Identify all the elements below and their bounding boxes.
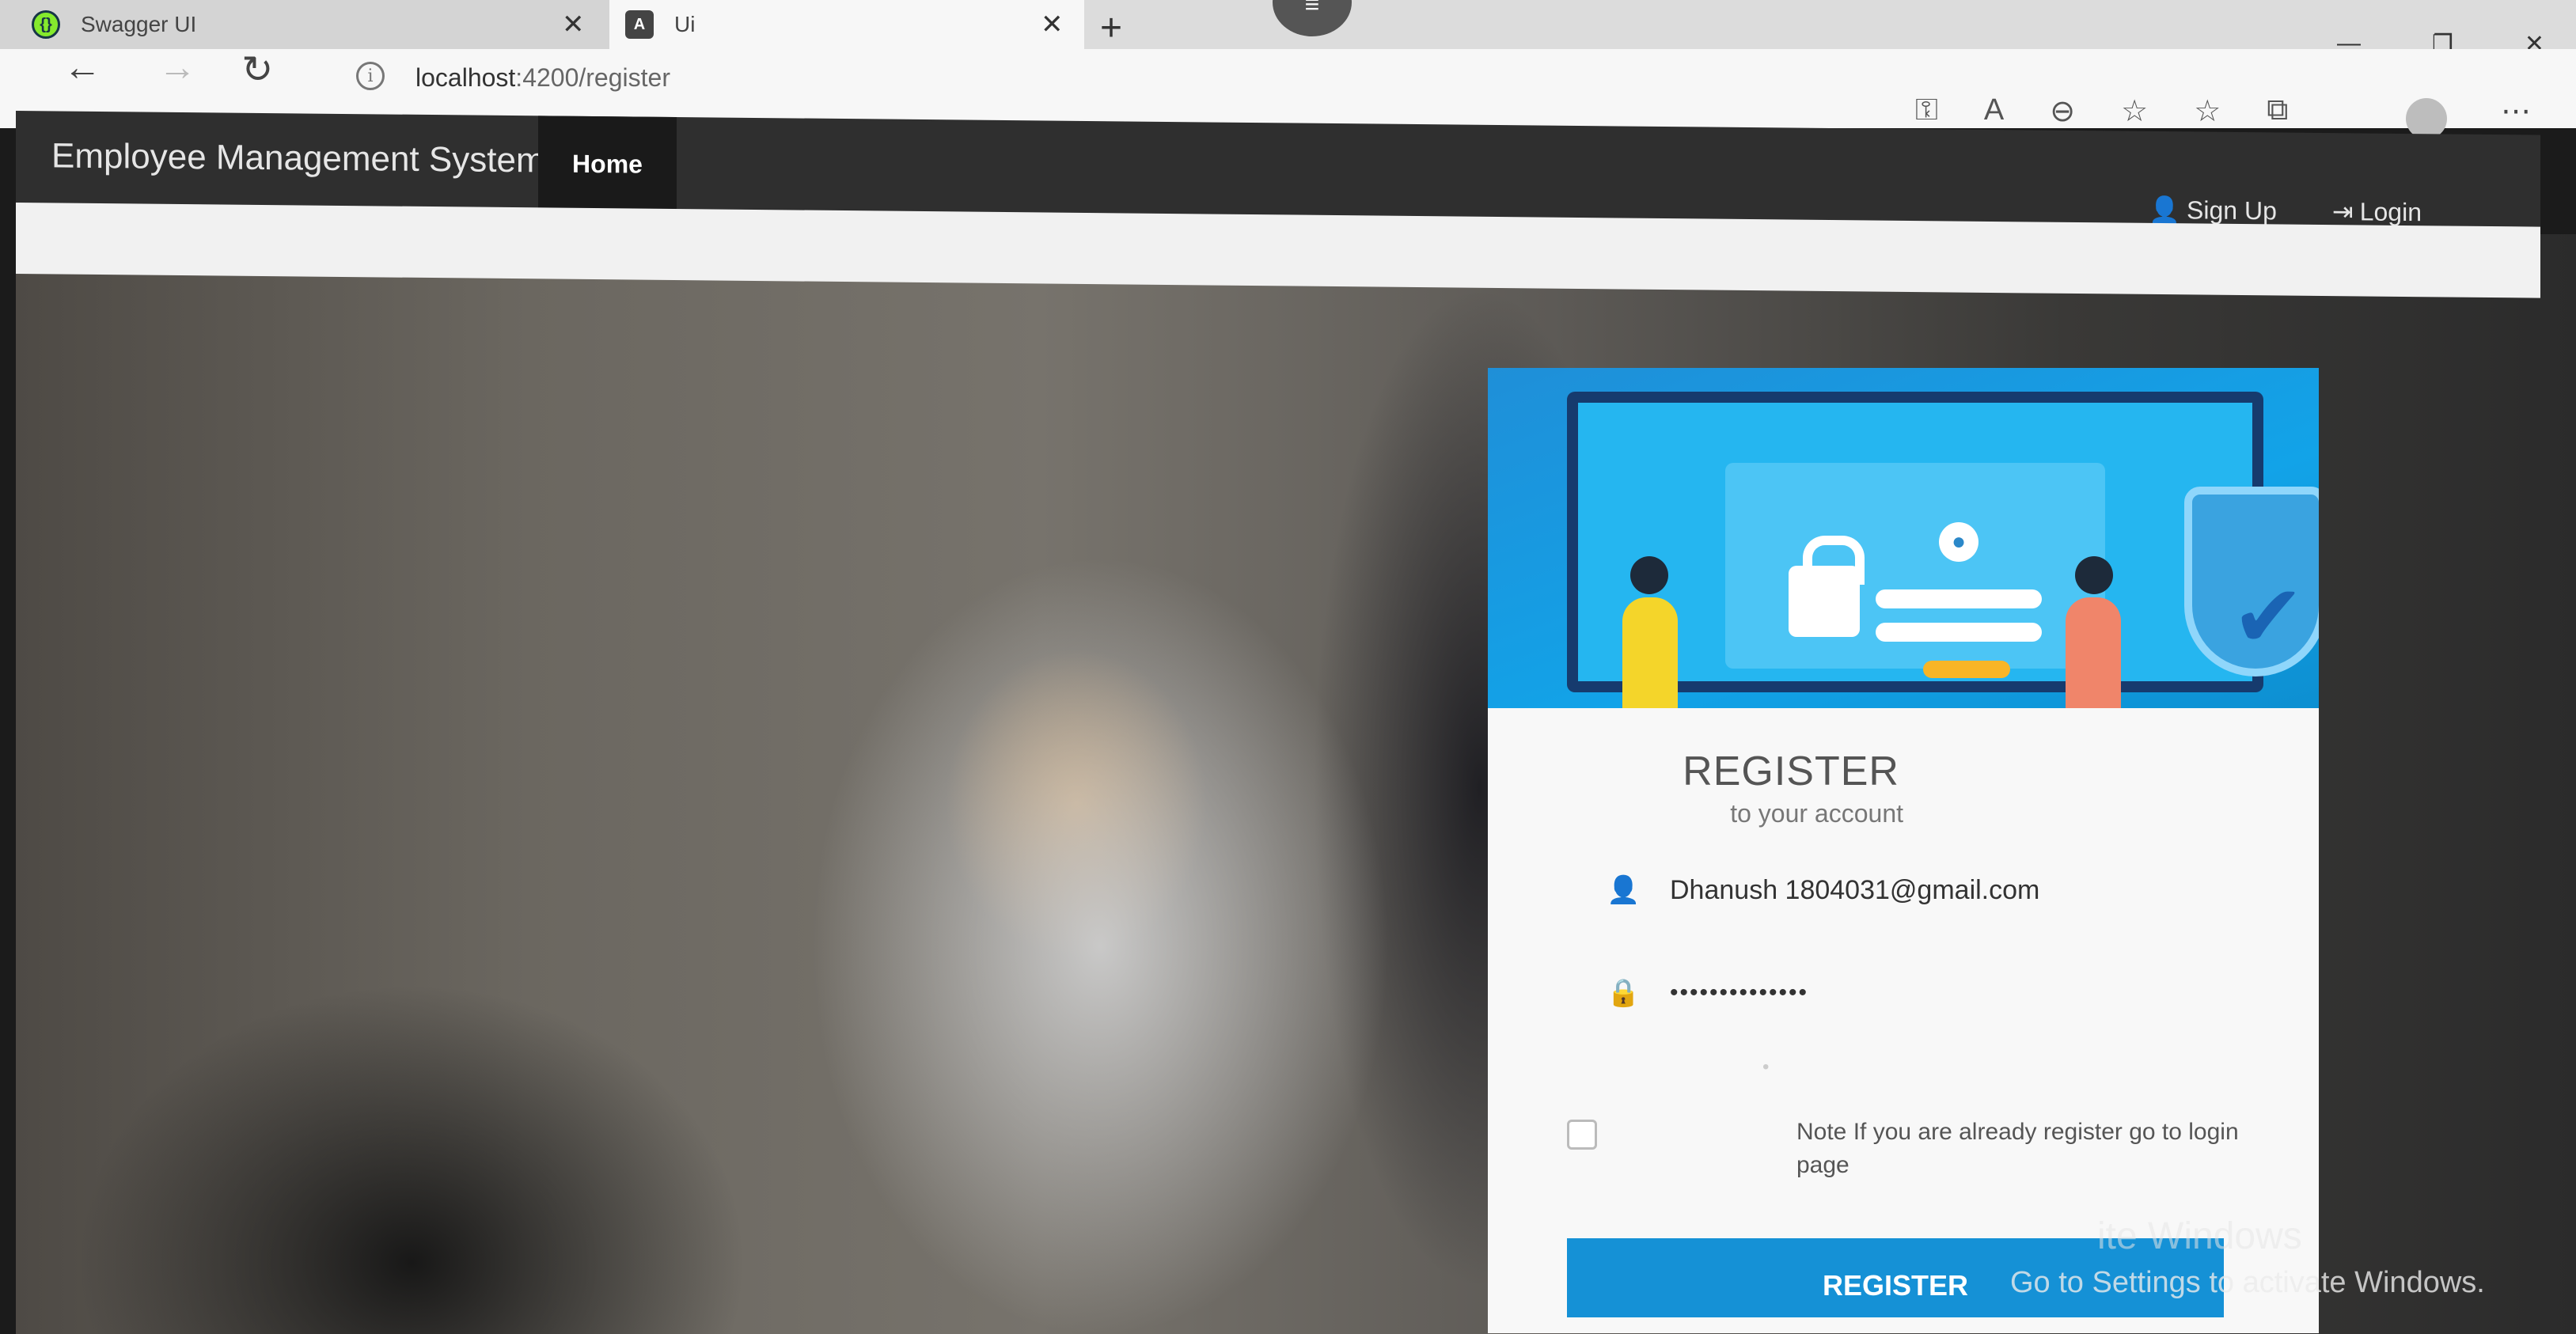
swagger-icon: {} bbox=[32, 10, 60, 39]
lock-icon: 🔒 bbox=[1607, 978, 1641, 1008]
url-host: localhost bbox=[415, 63, 516, 92]
person-head-graphic bbox=[2075, 556, 2113, 594]
field-graphic bbox=[1876, 589, 2042, 608]
register-card: ● ✔ REGISTER to your account 👤 🔒 •••••••… bbox=[1488, 368, 2319, 1333]
person-graphic bbox=[1622, 597, 1678, 708]
security-illustration: ● ✔ bbox=[1488, 368, 2319, 708]
brand-title[interactable]: Employee Management System bbox=[51, 136, 545, 180]
person-graphic bbox=[2066, 597, 2121, 708]
more-options-icon[interactable]: ⋯ bbox=[2501, 93, 2531, 129]
login-icon: ⇥ bbox=[2331, 197, 2354, 226]
signup-link[interactable]: 👤 Sign Up bbox=[2149, 195, 2277, 226]
angular-icon: A bbox=[625, 10, 654, 39]
list-bullet: • bbox=[1762, 1056, 1770, 1078]
tab-swagger[interactable]: {} Swagger UI ✕ bbox=[0, 0, 609, 49]
nav-home-link[interactable]: Home bbox=[538, 116, 677, 213]
login-link[interactable]: ⇥ Login bbox=[2332, 196, 2422, 227]
signup-label: Sign Up bbox=[2187, 195, 2277, 225]
forward-arrow-icon[interactable]: → bbox=[158, 46, 196, 89]
tab-actions-menu-icon[interactable]: ≡ bbox=[1273, 0, 1352, 36]
register-subtitle: to your account bbox=[1730, 799, 1903, 828]
zoom-out-icon[interactable]: ⊖ bbox=[2050, 93, 2075, 129]
activation-watermark-text: Go to Settings to activate Windows. bbox=[2010, 1266, 2485, 1299]
url-path: :4200/register bbox=[515, 63, 670, 92]
tab-title: Ui bbox=[674, 12, 696, 36]
browser-toolbar: ⚿ A ⊖ ☆ ☆ ⧉ bbox=[1915, 93, 2288, 129]
checkmark-icon: ✔ bbox=[2232, 568, 2305, 665]
collections-icon[interactable]: ⧉ bbox=[2267, 93, 2288, 129]
user-icon: 👤 bbox=[1607, 875, 1641, 905]
back-arrow-icon[interactable]: ← bbox=[63, 46, 101, 89]
button-graphic bbox=[1923, 661, 2010, 678]
close-tab-icon[interactable]: ✕ bbox=[562, 9, 585, 40]
read-aloud-icon[interactable]: A bbox=[1984, 93, 2004, 129]
site-info-icon[interactable]: i bbox=[356, 62, 385, 90]
add-favorite-icon[interactable]: ☆ bbox=[2121, 93, 2148, 129]
login-label: Login bbox=[2359, 196, 2422, 226]
tab-ui[interactable]: A Ui ✕ bbox=[609, 0, 1084, 49]
register-title: REGISTER bbox=[1683, 748, 1899, 794]
login-note: Note If you are already register go to l… bbox=[1796, 1119, 2239, 1178]
user-icon: 👤 bbox=[2149, 195, 2181, 225]
email-field[interactable] bbox=[1670, 874, 2240, 906]
key-icon[interactable]: ⚿ bbox=[1915, 93, 1938, 129]
person-head-graphic bbox=[1630, 556, 1668, 594]
nav-right-links: 👤 Sign Up ⇥ Login bbox=[2149, 195, 2422, 227]
email-row: 👤 bbox=[1607, 874, 2240, 906]
password-row: 🔒 •••••••••••••• bbox=[1607, 977, 2240, 1009]
close-tab-icon[interactable]: ✕ bbox=[1041, 9, 1064, 40]
agree-checkbox[interactable] bbox=[1567, 1120, 1597, 1150]
activation-watermark-title: ite Windows bbox=[2097, 1215, 2302, 1257]
tab-title: Swagger UI bbox=[81, 12, 197, 36]
field-graphic bbox=[1876, 623, 2042, 642]
password-field[interactable]: •••••••••••••• bbox=[1670, 980, 2240, 1006]
padlock-icon bbox=[1789, 536, 1865, 637]
url-field[interactable]: localhost:4200/register bbox=[415, 63, 670, 93]
user-circle-icon: ● bbox=[1939, 522, 1978, 562]
refresh-icon[interactable]: ↻ bbox=[241, 47, 273, 92]
new-tab-button[interactable]: + bbox=[1100, 6, 1122, 50]
browser-tab-strip: {} Swagger UI ✕ A Ui ✕ + ≡ — ❐ ✕ bbox=[0, 0, 2576, 57]
favorites-icon[interactable]: ☆ bbox=[2194, 93, 2221, 129]
